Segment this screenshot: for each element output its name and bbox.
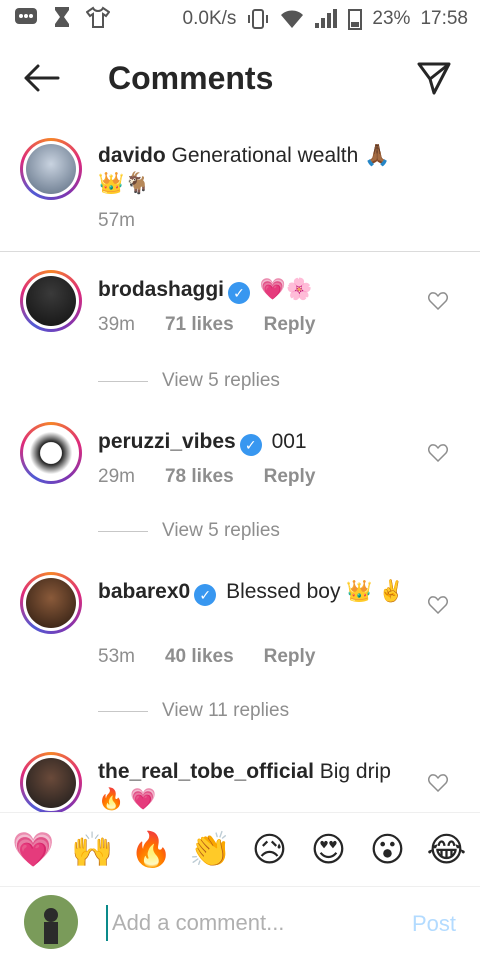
current-user-avatar: [24, 895, 78, 949]
reply-button[interactable]: Reply: [264, 314, 316, 336]
comment-body: the_real_tobe_official Big drip🔥 💗: [98, 758, 398, 812]
like-heart-icon[interactable]: [428, 596, 448, 614]
avatar[interactable]: [20, 422, 82, 484]
comment-meta: 39m 71 likes Reply: [98, 314, 315, 336]
send-icon[interactable]: [416, 60, 452, 96]
wifi-icon: [281, 10, 304, 28]
reply-button[interactable]: Reply: [264, 646, 316, 668]
emoji-raised-hands[interactable]: 🙌: [67, 830, 119, 870]
shirt-icon: [86, 6, 110, 28]
comment-composer: Post: [0, 886, 480, 960]
comment-username[interactable]: the_real_tobe_official: [98, 760, 314, 783]
avatar[interactable]: [20, 270, 82, 332]
emoji-fire[interactable]: 🔥: [126, 830, 178, 870]
emoji-clap[interactable]: 👏: [185, 830, 237, 870]
user-photo-icon: [44, 908, 58, 944]
like-heart-icon[interactable]: [428, 774, 448, 792]
vibrate-icon: [248, 9, 269, 29]
caption-time: 57m: [98, 210, 135, 231]
comment-likes[interactable]: 78 likes: [165, 466, 234, 488]
reply-button[interactable]: Reply: [264, 466, 316, 488]
comment-item: the_real_tobe_official Big drip🔥 💗: [0, 746, 480, 812]
comment-text: 💗🌸: [259, 278, 313, 301]
like-heart-icon[interactable]: [428, 444, 448, 462]
comment-text: Blessed boy 👑 ✌️: [226, 580, 405, 603]
emoji-quick-bar: 💗 🙌 🔥 👏 😥 😍 😮 😂: [0, 812, 480, 886]
comment-item: babarex0 ✓ Blessed boy 👑 ✌️ 53m 40 likes …: [0, 566, 480, 726]
comment-item: peruzzi_vibes ✓ 001 29m 78 likes Reply Vi…: [0, 414, 480, 554]
comment-likes[interactable]: 71 likes: [165, 314, 234, 336]
comment-time: 29m: [98, 466, 135, 487]
page-title: Comments: [108, 60, 274, 96]
caption-username[interactable]: davido: [98, 144, 166, 167]
comment-likes[interactable]: 40 likes: [165, 646, 234, 668]
comment-body: peruzzi_vibes ✓ 001: [98, 428, 307, 456]
avatar[interactable]: [20, 572, 82, 634]
like-heart-icon[interactable]: [428, 292, 448, 310]
comment-input[interactable]: [106, 905, 386, 941]
verified-badge-icon: ✓: [228, 282, 251, 304]
signal-icon: [315, 9, 338, 28]
emoji-heart-eyes[interactable]: 😍: [303, 830, 355, 870]
clock: 17:58: [420, 8, 468, 29]
replies-divider: [98, 380, 148, 382]
header: Comments: [0, 48, 480, 112]
network-speed: 0.0K/s: [182, 8, 237, 29]
view-replies-label[interactable]: View 5 replies: [162, 370, 280, 392]
comment-time: 39m: [98, 314, 135, 335]
comment-username[interactable]: brodashaggi: [98, 278, 224, 301]
avatar[interactable]: [20, 138, 82, 200]
comment-username[interactable]: babarex0: [98, 580, 190, 603]
caption-meta: 57m: [98, 210, 135, 232]
comment-time: 53m: [98, 646, 135, 667]
emoji-laughing[interactable]: 😂: [421, 830, 473, 870]
message-icon: [15, 8, 37, 24]
comment-item: brodashaggi ✓ 💗🌸 39m 71 likes Reply View …: [0, 262, 480, 402]
battery-percent: 23%: [372, 8, 411, 29]
verified-badge-icon: ✓: [239, 434, 262, 456]
comment-meta: 53m 40 likes Reply: [98, 646, 315, 668]
status-bar: 0.0K/s 23% 17:58: [0, 0, 480, 38]
view-replies-label[interactable]: View 11 replies: [162, 700, 289, 722]
hourglass-icon: [55, 7, 69, 27]
replies-divider: [98, 530, 148, 532]
replies-divider: [98, 710, 148, 712]
view-replies[interactable]: View 11 replies: [98, 700, 289, 722]
emoji-sad[interactable]: 😥: [244, 830, 296, 870]
comment-body: babarex0 ✓ Blessed boy 👑 ✌️: [98, 578, 418, 606]
comment-username[interactable]: peruzzi_vibes: [98, 430, 236, 453]
verified-badge-icon: ✓: [194, 584, 217, 606]
emoji-heart[interactable]: 💗: [8, 830, 60, 870]
post-caption: davido Generational wealth 🙏🏾 👑🐐 57m: [0, 128, 480, 252]
caption-body: davido Generational wealth 🙏🏾 👑🐐: [98, 142, 418, 198]
back-arrow-icon[interactable]: [22, 62, 62, 94]
avatar[interactable]: [20, 752, 82, 812]
post-button[interactable]: Post: [412, 911, 456, 937]
emoji-surprised[interactable]: 😮: [362, 830, 414, 870]
view-replies[interactable]: View 5 replies: [98, 520, 280, 542]
comment-text: 001: [271, 430, 307, 453]
comment-meta: 29m 78 likes Reply: [98, 466, 315, 488]
view-replies-label[interactable]: View 5 replies: [162, 520, 280, 542]
view-replies[interactable]: View 5 replies: [98, 370, 280, 392]
comment-body: brodashaggi ✓ 💗🌸: [98, 276, 312, 304]
battery-icon: [348, 9, 363, 30]
